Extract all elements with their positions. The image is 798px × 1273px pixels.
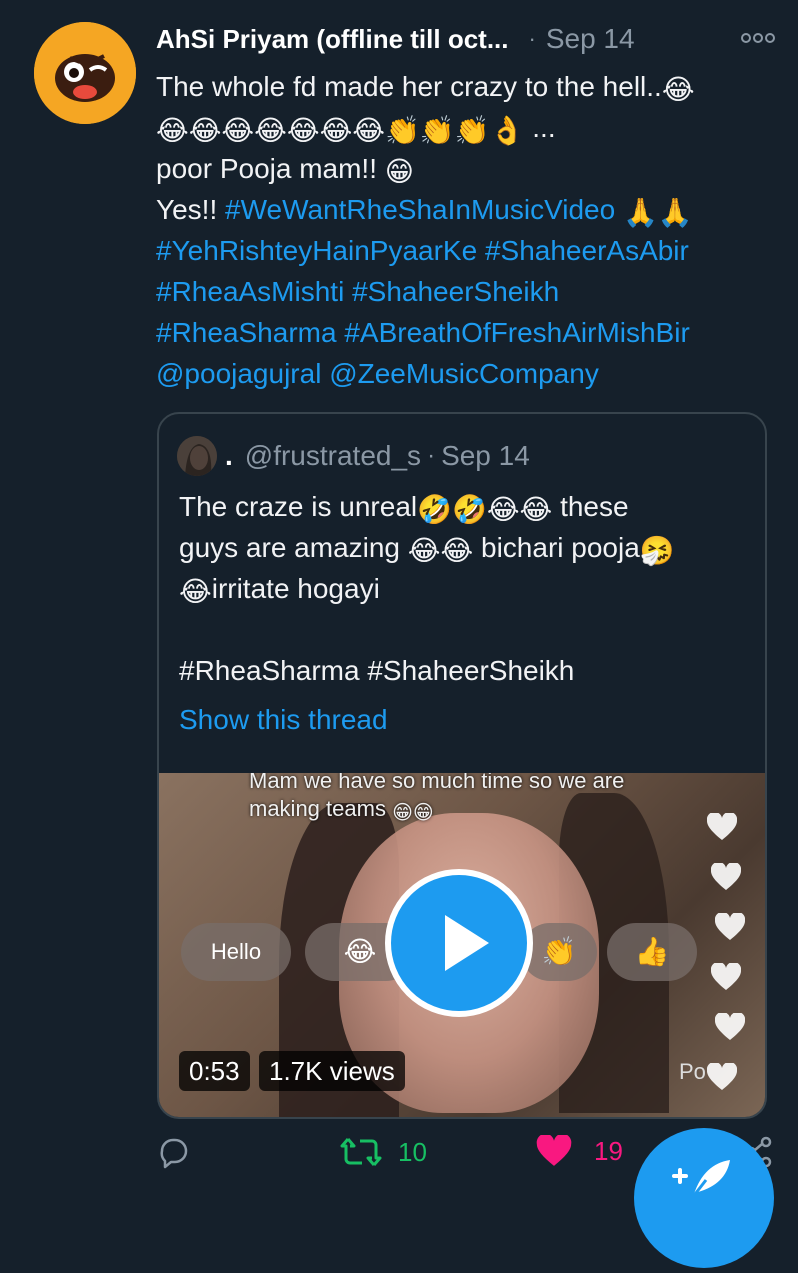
show-thread-link[interactable]: Show this thread [179,704,388,736]
tears-of-joy-icon: 😂 [343,936,377,967]
heart-icon [707,813,737,840]
tweet-line: The whole fd made her crazy to the hell.… [156,71,662,102]
mention-link[interactable]: @ZeeMusicCompany [329,358,599,389]
tears-of-joy-icon: 😂 [179,576,212,607]
like-count: 19 [594,1135,623,1166]
author-name[interactable]: AhSi Priyam (offline till oct... [156,24,509,55]
rolling-laughing-icon: 🤣🤣 [417,494,487,525]
reaction-thumbs: 👍 [607,923,697,981]
quoted-tweet-text: The craze is unreal🤣🤣😂😂 these guys are a… [179,486,759,691]
sneezing-face-icon: 🤧 [639,535,675,566]
tears-of-joy-icon: 😂 [661,74,695,105]
quoted-tweet[interactable]: . @frustrated_s · Sep 14 The craze is un… [157,412,767,1119]
reaction-hello: Hello [181,923,291,981]
grinning-face-icon: 😁😁 [392,802,434,824]
play-icon [445,915,489,971]
quoted-author-handle[interactable]: @frustrated_s [245,440,421,472]
video-caption-line: Mam we have so much time so we are [249,773,625,793]
hashtag-link[interactable]: #ABreathOfFreshAirMishBir [344,317,689,348]
retweet-count: 10 [398,1136,427,1167]
tears-of-joy-icon: 😂😂 [407,535,474,566]
quoted-line: irritate hogayi [211,573,380,604]
tweet-text: The whole fd made her crazy to the hell.… [156,66,766,394]
grinning-face-icon: 😁 [384,156,414,187]
video-caption-line: making teams [249,796,386,821]
reply-button[interactable] [156,1135,190,1169]
quoted-line: The craze is unreal [179,491,418,522]
reply-icon [160,1138,188,1169]
hashtag-link[interactable]: #RheaSharma [156,317,337,348]
video-duration: 0:53 [179,1051,250,1091]
clapping-hands-icon: 👏 [541,936,577,967]
tears-of-joy-icon: 😂😂 [486,494,553,525]
tweet-date[interactable]: Sep 14 [546,23,635,55]
like-button[interactable]: 19 [536,1135,623,1167]
hashtag-link[interactable]: #RheaAsMishti [156,276,344,307]
tweet-line: poor Pooja mam!! [156,153,377,184]
author-avatar[interactable] [34,22,136,124]
heart-icon [711,963,741,990]
separator-dot: · [528,26,536,51]
video-caption-overlay: Mam we have so much time so we are makin… [249,773,624,827]
compose-feather-icon [672,1160,730,1199]
heart-icon [715,1013,745,1040]
heart-icon [715,913,745,940]
winking-face-icon [34,22,136,124]
quoted-line: bichari pooja [481,532,640,563]
tweet-line: Yes!! [156,194,218,225]
hashtag-link[interactable]: #YehRishteyHainPyaarKe [156,235,477,266]
quoted-line: guys are amazing [179,532,401,563]
video-views: 1.7K views [259,1051,405,1091]
thumbs-up-icon: 👍 [634,936,670,967]
tweet-ellipsis: ... [532,112,556,143]
quoted-author-avatar[interactable] [177,436,217,476]
hashtag-link[interactable]: #ShaheerAsAbir [485,235,689,266]
retweet-icon [340,1138,382,1166]
heart-icon [707,1063,737,1090]
retweet-button[interactable]: 10 [340,1135,427,1169]
quoted-hashtags: #RheaSharma #ShaheerSheikh [179,655,575,686]
hashtag-link[interactable]: #WeWantRheShaInMusicVideo [225,194,615,225]
quoted-line: these [560,491,629,522]
tweet-header: AhSi Priyam (offline till oct... · Sep 1… [156,22,776,56]
more-options-icon[interactable] [740,28,776,48]
folded-hands-icon: 🙏🙏 [622,197,693,228]
heart-icon [711,863,741,890]
profile-photo-icon [177,436,217,476]
quoted-tweet-date: Sep 14 [441,440,530,471]
ok-hand-icon: 👌 [489,115,525,146]
video-player[interactable]: Mam we have so much time so we are makin… [159,773,765,1117]
video-corner-text: Po [679,1059,706,1084]
quoted-author-name[interactable]: . [225,440,233,472]
heart-filled-icon [536,1135,572,1166]
compose-tweet-button[interactable] [634,1128,774,1268]
tears-of-joy-icon: 😂😂😂😂😂😂😂 [156,115,386,146]
mention-link[interactable]: @poojagujral [156,358,321,389]
hashtag-link[interactable]: #ShaheerSheikh [352,276,559,307]
play-button[interactable] [385,869,533,1017]
quoted-tweet-header: . @frustrated_s · Sep 14 [177,436,530,476]
separator-dot: · [427,442,436,469]
clapping-hands-icon: 👏👏👏 [385,115,490,146]
